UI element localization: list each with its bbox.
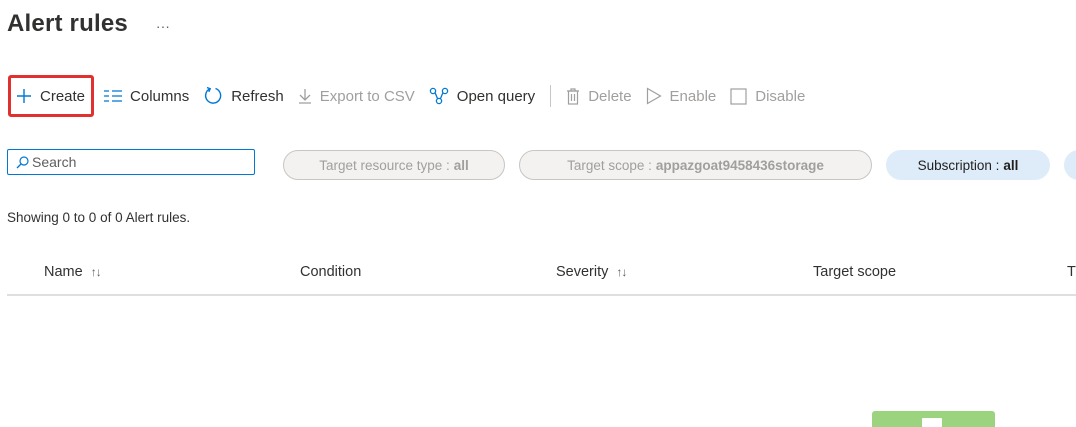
plus-icon	[16, 88, 32, 104]
filter-target-scope[interactable]: Target scope : appazgoat9458436storage	[519, 150, 872, 180]
search-field[interactable]	[7, 149, 255, 175]
column-condition-label: Condition	[300, 264, 362, 280]
filter-resource-type-label: Target resource type :	[319, 157, 450, 173]
sort-icon: ↑↓	[90, 265, 102, 279]
open-query-button[interactable]: Open query	[422, 76, 542, 116]
filter-scope-label: Target scope :	[567, 157, 652, 173]
column-header-condition: Condition	[300, 264, 361, 280]
create-button[interactable]: Create	[8, 75, 95, 117]
export-csv-button[interactable]: Export to CSV	[291, 76, 422, 116]
trash-icon	[566, 87, 580, 105]
column-severity-label: Severity	[556, 264, 609, 280]
column-target-scope-label: Target scope	[813, 264, 897, 280]
filter-resource-type-value: all	[453, 157, 469, 173]
query-icon	[429, 87, 449, 105]
search-icon	[16, 155, 29, 169]
filter-scope-value: appazgoat9458436storage	[655, 157, 824, 173]
refresh-button[interactable]: Refresh	[196, 76, 291, 116]
bar-notch	[922, 418, 942, 427]
columns-label: Columns	[130, 87, 190, 105]
column-truncated-label: T	[1067, 264, 1076, 280]
delete-label: Delete	[588, 87, 632, 105]
title-row: Alert rules ···	[7, 8, 170, 40]
disable-label: Disable	[755, 87, 806, 105]
filter-subscription-value: all	[1003, 157, 1019, 173]
create-label: Create	[40, 87, 86, 105]
sort-icon: ↑↓	[616, 265, 627, 279]
page-title: Alert rules	[7, 10, 128, 37]
filter-subscription[interactable]: Subscription : all	[886, 150, 1050, 180]
play-icon	[646, 87, 662, 105]
results-summary: Showing 0 to 0 of 0 Alert rules.	[7, 210, 191, 225]
columns-icon	[104, 89, 123, 103]
disable-button[interactable]: Disable	[723, 76, 812, 116]
enable-button[interactable]: Enable	[639, 76, 724, 116]
toolbar-divider	[550, 85, 552, 107]
refresh-label: Refresh	[231, 87, 284, 105]
filter-target-resource-type[interactable]: Target resource type : all	[283, 150, 505, 180]
command-bar: Create Columns Refresh Export to CSV Ope…	[8, 74, 812, 118]
open-query-label: Open query	[456, 87, 536, 105]
green-status-bar	[872, 411, 995, 427]
delete-button[interactable]: Delete	[559, 76, 638, 116]
filter-more-pill[interactable]	[1064, 150, 1076, 180]
table-header: Name ↑↓ Condition Severity ↑↓ Target sco…	[7, 258, 1076, 296]
columns-button[interactable]: Columns	[97, 76, 196, 116]
more-options-icon[interactable]: ···	[156, 18, 170, 34]
column-header-truncated: T	[1067, 264, 1076, 280]
column-header-name[interactable]: Name ↑↓	[44, 264, 102, 280]
refresh-icon	[203, 86, 223, 106]
enable-label: Enable	[669, 87, 717, 105]
export-csv-label: Export to CSV	[319, 87, 415, 105]
filter-subscription-label: Subscription :	[917, 157, 1000, 173]
search-input[interactable]	[32, 154, 232, 170]
download-icon	[298, 88, 312, 104]
column-header-severity[interactable]: Severity ↑↓	[556, 264, 627, 280]
column-header-target-scope: Target scope	[813, 264, 896, 280]
column-name-label: Name	[44, 264, 83, 280]
stop-icon	[730, 87, 747, 105]
